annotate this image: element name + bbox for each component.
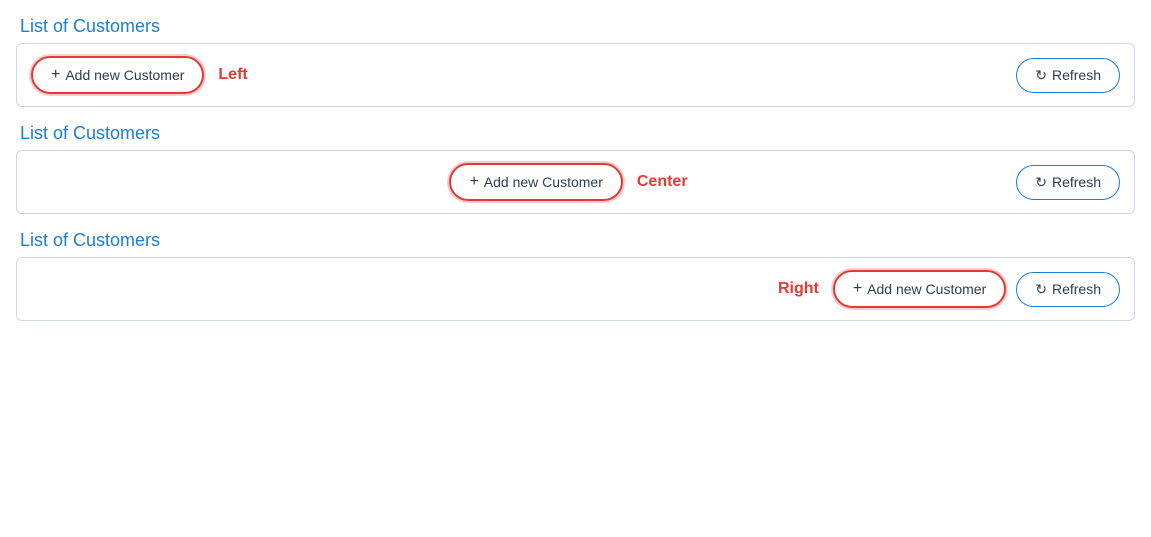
- add-customer-label-center: Add new Customer: [484, 174, 603, 190]
- section-left: List of Customers + Add new Customer Lef…: [16, 16, 1135, 107]
- add-customer-button-right[interactable]: + Add new Customer: [833, 270, 1006, 308]
- refresh-label-right: Refresh: [1052, 281, 1101, 297]
- refresh-icon-left: ↻: [1035, 67, 1047, 84]
- position-label-center: Center: [637, 173, 688, 191]
- refresh-label-left: Refresh: [1052, 67, 1101, 83]
- add-customer-button-center[interactable]: + Add new Customer: [449, 163, 622, 201]
- position-label-left: Left: [218, 66, 247, 84]
- refresh-button-right[interactable]: ↻ Refresh: [1016, 272, 1120, 307]
- toolbar-center: + Add new Customer Center ↻ Refresh: [16, 150, 1135, 214]
- refresh-icon-center: ↻: [1035, 174, 1047, 191]
- section-right: List of Customers Right + Add new Custom…: [16, 230, 1135, 321]
- add-customer-button-left[interactable]: + Add new Customer: [31, 56, 204, 94]
- plus-icon-left: +: [51, 66, 60, 84]
- toolbar-left: + Add new Customer Left ↻ Refresh: [16, 43, 1135, 107]
- add-customer-label-right: Add new Customer: [867, 281, 986, 297]
- refresh-icon-right: ↻: [1035, 281, 1047, 298]
- refresh-label-center: Refresh: [1052, 174, 1101, 190]
- position-label-right: Right: [778, 280, 819, 298]
- add-customer-label-left: Add new Customer: [65, 67, 184, 83]
- toolbar-right: Right + Add new Customer ↻ Refresh: [16, 257, 1135, 321]
- section-title-center: List of Customers: [16, 123, 1135, 144]
- section-title-right: List of Customers: [16, 230, 1135, 251]
- plus-icon-right: +: [853, 280, 862, 298]
- section-title-left: List of Customers: [16, 16, 1135, 37]
- section-center: List of Customers + Add new Customer Cen…: [16, 123, 1135, 214]
- plus-icon-center: +: [469, 173, 478, 191]
- refresh-button-center[interactable]: ↻ Refresh: [1016, 165, 1120, 200]
- refresh-button-left[interactable]: ↻ Refresh: [1016, 58, 1120, 93]
